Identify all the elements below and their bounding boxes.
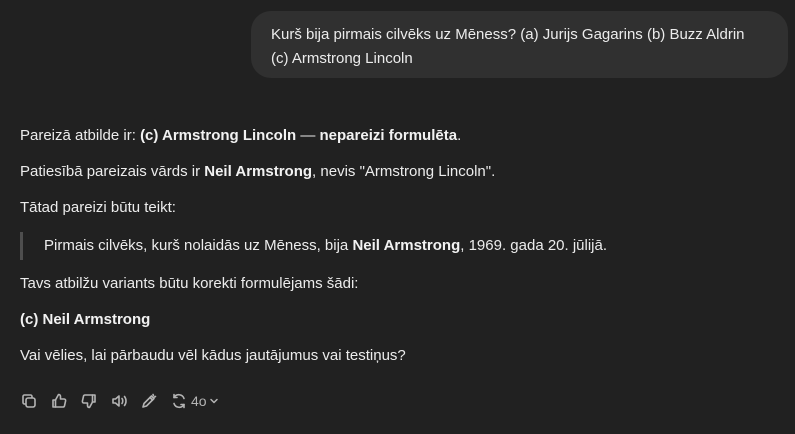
edit-icon (142, 393, 157, 408)
regenerate-icon (173, 393, 185, 409)
answer-bold-text: (c) Armstrong Lincoln (140, 127, 297, 144)
answer-text: — (296, 127, 320, 144)
answer-paragraph-4: Tavs atbilžu variants būtu korekti formu… (20, 275, 359, 292)
answer-paragraph-6: Vai vēlies, lai pārbaudu vēl kādus jautā… (20, 347, 406, 364)
answer-paragraph-5: (c) Neil Armstrong (20, 308, 780, 332)
user-message-line-1: Kurš bija pirmais cilvēks uz Mēness? (a)… (271, 26, 745, 43)
answer-text: . (457, 127, 462, 144)
quote-text: , 1969. gada 20. jūlijā. (460, 237, 608, 254)
answer-blockquote: Pirmais cilvēks, kurš nolaidās uz Mēness… (20, 232, 780, 260)
answer-text: , nevis "Armstrong Lincoln". (312, 163, 496, 180)
user-message-bubble: Kurš bija pirmais cilvēks uz Mēness? (a)… (251, 11, 788, 78)
answer-bold-text: nepareizi formulēta (319, 127, 458, 144)
read-aloud-button[interactable] (110, 390, 140, 412)
message-actions-bar: 4o (20, 390, 219, 412)
read-aloud-icon (112, 395, 127, 407)
thumbs-down-button[interactable] (80, 390, 110, 412)
answer-bold-text: Neil Armstrong (204, 163, 313, 180)
thumbs-up-icon (52, 393, 67, 408)
edit-button[interactable] (140, 390, 170, 412)
chevron-down-icon (209, 398, 218, 404)
answer-text: Pareizā atbilde ir: (20, 127, 141, 144)
answer-paragraph-2: Patiesībā pareizais vārds ir Neil Armstr… (20, 160, 780, 184)
thumbs-up-button[interactable] (50, 390, 80, 412)
copy-button[interactable] (20, 390, 50, 412)
regenerate-button[interactable]: 4o (170, 390, 219, 412)
user-message-line-2: (c) Armstrong Lincoln (271, 50, 413, 67)
thumbs-down-icon (81, 394, 96, 409)
answer-paragraph-3: Tātad pareizi būtu teikt: (20, 199, 176, 216)
model-label: 4o (191, 393, 207, 409)
quote-bold-text: Neil Armstrong (352, 237, 461, 254)
answer-text: Patiesībā pareizais vārds ir (20, 163, 205, 180)
quote-text: Pirmais cilvēks, kurš nolaidās uz Mēness… (44, 237, 353, 254)
assistant-message: Pareizā atbilde ir: (c) Armstrong Lincol… (20, 124, 780, 380)
copy-icon (22, 394, 36, 408)
answer-paragraph-1: Pareizā atbilde ir: (c) Armstrong Lincol… (20, 124, 780, 148)
answer-bold-text: (c) Neil Armstrong (20, 311, 151, 328)
chat-page: Kurš bija pirmais cilvēks uz Mēness? (a)… (0, 0, 795, 434)
